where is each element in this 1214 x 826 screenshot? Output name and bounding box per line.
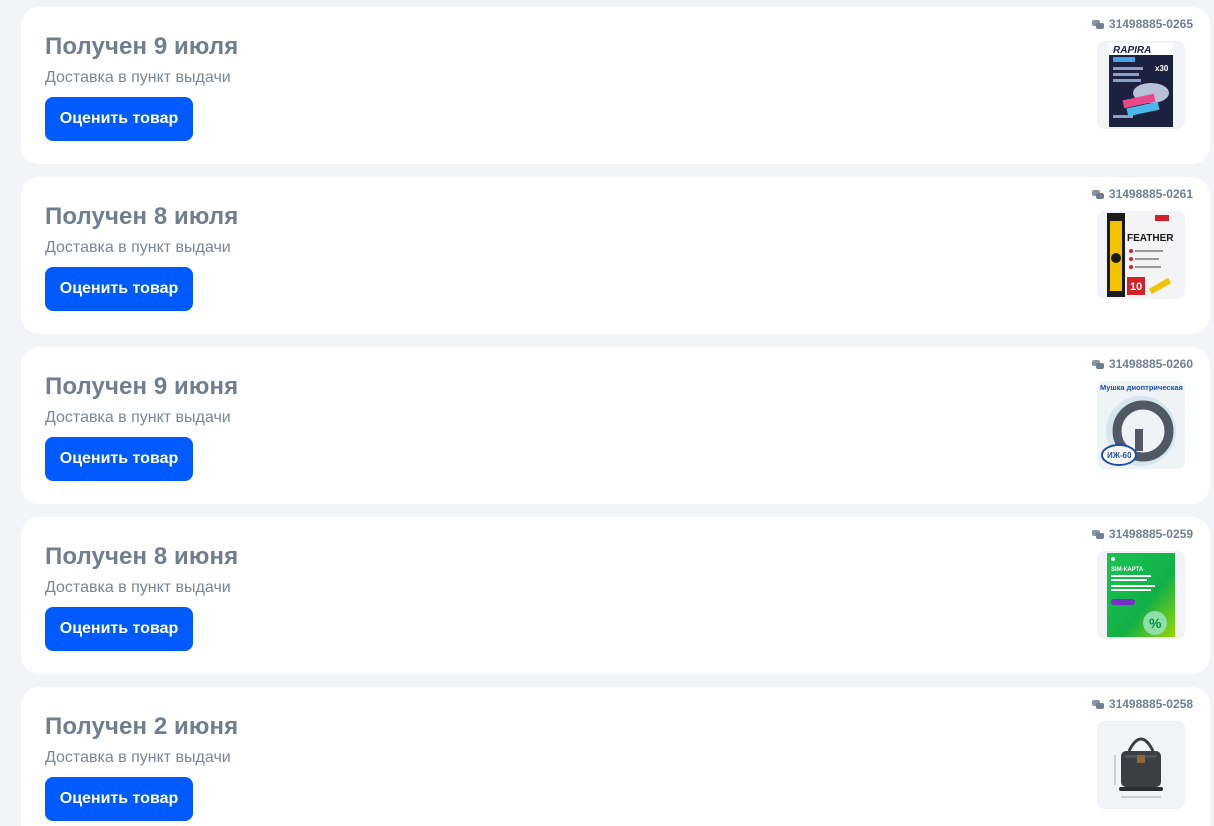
order-card[interactable]: Получен 8 июня Доставка в пункт выдачи О… bbox=[21, 517, 1210, 674]
delivery-method: Доставка в пункт выдачи bbox=[45, 69, 231, 86]
order-number[interactable]: 31498885-0259 bbox=[1091, 527, 1193, 541]
order-status-title: Получен 9 июня bbox=[45, 373, 239, 400]
image-brand-text: SIM-КАРТА bbox=[1111, 567, 1144, 573]
order-number-text: 31498885-0259 bbox=[1108, 527, 1193, 541]
image-badge-text: % bbox=[1149, 615, 1162, 631]
order-card[interactable]: Получен 9 июня Доставка в пункт выдачи О… bbox=[21, 347, 1210, 504]
delivery-method: Доставка в пункт выдачи bbox=[45, 409, 231, 426]
order-number[interactable]: 31498885-0260 bbox=[1091, 357, 1193, 371]
product-image[interactable] bbox=[1097, 721, 1185, 809]
order-number-text: 31498885-0261 bbox=[1108, 187, 1193, 201]
product-image[interactable]: RAPIRA x30 bbox=[1097, 41, 1185, 129]
rate-product-button[interactable]: Оценить товар bbox=[45, 97, 193, 141]
order-status-title: Получен 8 июля bbox=[45, 203, 239, 230]
chat-bubbles-icon bbox=[1091, 189, 1104, 199]
chat-bubbles-icon bbox=[1091, 359, 1104, 369]
order-number[interactable]: 31498885-0261 bbox=[1091, 187, 1193, 201]
order-number-text: 31498885-0265 bbox=[1108, 17, 1193, 31]
rate-product-button[interactable]: Оценить товар bbox=[45, 437, 193, 481]
rate-product-button[interactable]: Оценить товар bbox=[45, 777, 193, 821]
order-number[interactable]: 31498885-0258 bbox=[1091, 697, 1193, 711]
product-image[interactable]: Мушка диоптрическая ИЖ-60 bbox=[1097, 381, 1185, 469]
orders-list: Получен 9 июля Доставка в пункт выдачи О… bbox=[0, 0, 1214, 826]
product-image[interactable]: SIM-КАРТА % bbox=[1097, 551, 1185, 639]
rate-product-button[interactable]: Оценить товар bbox=[45, 267, 193, 311]
image-badge-text: ИЖ-60 bbox=[1107, 451, 1132, 460]
image-brand-text: RAPIRA bbox=[1113, 45, 1151, 56]
order-number-text: 31498885-0258 bbox=[1108, 697, 1193, 711]
image-badge-text: x30 bbox=[1155, 64, 1169, 73]
delivery-method: Доставка в пункт выдачи bbox=[45, 579, 231, 596]
order-status-title: Получен 9 июля bbox=[45, 33, 239, 60]
order-number[interactable]: 31498885-0265 bbox=[1091, 17, 1193, 31]
rate-product-button[interactable]: Оценить товар bbox=[45, 607, 193, 651]
order-card[interactable]: Получен 8 июля Доставка в пункт выдачи О… bbox=[21, 177, 1210, 334]
chat-bubbles-icon bbox=[1091, 19, 1104, 29]
product-image[interactable]: FEATHER 10 bbox=[1097, 211, 1185, 299]
order-status-title: Получен 8 июня bbox=[45, 543, 239, 570]
order-status-title: Получен 2 июня bbox=[45, 713, 239, 740]
order-card[interactable]: Получен 9 июля Доставка в пункт выдачи О… bbox=[21, 7, 1210, 164]
delivery-method: Доставка в пункт выдачи bbox=[45, 749, 231, 766]
delivery-method: Доставка в пункт выдачи bbox=[45, 239, 231, 256]
image-brand-text: Мушка диоптрическая bbox=[1100, 383, 1183, 392]
image-badge-text: 10 bbox=[1130, 281, 1142, 293]
order-card[interactable]: Получен 2 июня Доставка в пункт выдачи О… bbox=[21, 687, 1210, 826]
image-brand-text: FEATHER bbox=[1127, 233, 1174, 244]
order-number-text: 31498885-0260 bbox=[1108, 357, 1193, 371]
chat-bubbles-icon bbox=[1091, 699, 1104, 709]
chat-bubbles-icon bbox=[1091, 529, 1104, 539]
